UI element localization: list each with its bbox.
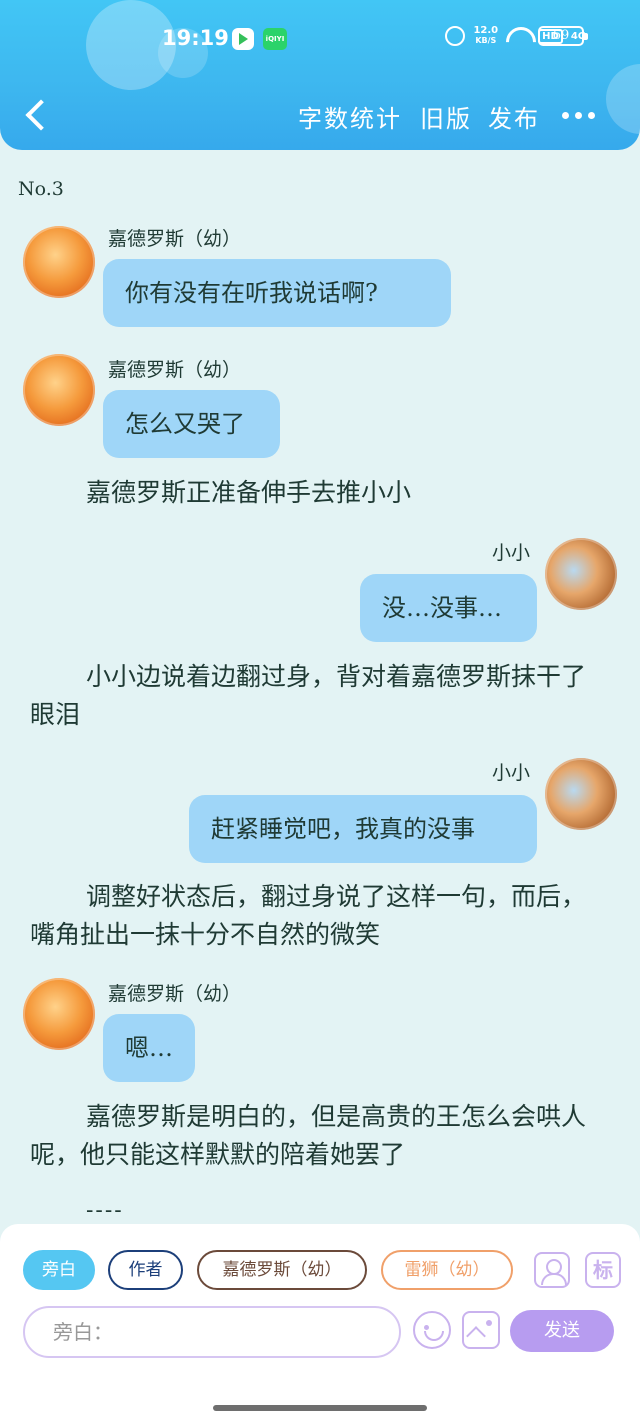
- avatar-jiadeluosi[interactable]: [23, 978, 95, 1050]
- speaker-name: 小小: [492, 542, 531, 564]
- alarm-icon: [445, 26, 466, 46]
- speaker-name: 嘉德罗斯（幼）: [108, 228, 242, 250]
- chapter-number: No.3: [18, 178, 64, 200]
- narration-text[interactable]: 嘉德罗斯是明白的，但是高贵的王怎么会哄人呢，他只能这样默默的陪着她罢了: [30, 1098, 610, 1174]
- wifi-icon: [506, 27, 530, 45]
- message-bubble[interactable]: 怎么又哭了: [103, 390, 280, 458]
- video-app-icon: [232, 28, 254, 50]
- network-speed-value: 12.0: [473, 25, 499, 36]
- header-decoration-bubble: [606, 64, 640, 134]
- divider-text: ----: [86, 1198, 124, 1223]
- message-input[interactable]: 旁白：: [23, 1306, 401, 1358]
- image-icon[interactable]: [462, 1311, 500, 1349]
- status-bar: 19:19 iQIYI 12.0 KB/S HD 4G 69: [0, 22, 640, 58]
- composer-panel: 旁白 作者 嘉德罗斯（幼） 雷狮（幼） 标 旁白： 发送: [0, 1224, 640, 1422]
- top-header: 19:19 iQIYI 12.0 KB/S HD 4G 69 字数统计 旧版 发…: [0, 0, 640, 150]
- role-narration-button[interactable]: 旁白: [23, 1250, 95, 1290]
- speaker-name: 嘉德罗斯（幼）: [108, 359, 242, 381]
- avatar-jiadeluosi[interactable]: [23, 226, 95, 298]
- send-button[interactable]: 发送: [510, 1310, 614, 1352]
- avatar-xiaoxiao[interactable]: [545, 758, 617, 830]
- battery-level: 69: [552, 28, 570, 43]
- narration-text[interactable]: 嘉德罗斯正准备伸手去推小小: [30, 474, 610, 512]
- narration-text[interactable]: 小小边说着边翻过身，背对着嘉德罗斯抹干了眼泪: [30, 658, 610, 734]
- publish-button[interactable]: 发布: [488, 99, 540, 134]
- back-button[interactable]: [20, 96, 54, 136]
- avatar-jiadeluosi[interactable]: [23, 354, 95, 426]
- narration-text[interactable]: 调整好状态后，翻过身说了这样一句，而后，嘴角扯出一抹十分不自然的微笑: [30, 878, 610, 954]
- add-character-icon[interactable]: [534, 1252, 570, 1288]
- avatar-xiaoxiao[interactable]: [545, 538, 617, 610]
- status-time: 19:19: [162, 26, 229, 50]
- message-bubble[interactable]: 没…没事…: [360, 574, 537, 642]
- network-speed-unit: KB/S: [475, 36, 497, 45]
- emoji-icon[interactable]: [413, 1311, 451, 1349]
- network-speed: 12.0 KB/S: [473, 26, 498, 46]
- role-leishi-button[interactable]: 雷狮（幼）: [381, 1250, 513, 1290]
- more-options-button[interactable]: [558, 104, 598, 126]
- speaker-name: 小小: [492, 762, 531, 784]
- iqiyi-app-icon: iQIYI: [263, 28, 287, 50]
- role-author-button[interactable]: 作者: [108, 1250, 183, 1290]
- battery-icon: 69: [538, 26, 588, 46]
- home-indicator[interactable]: [213, 1405, 427, 1411]
- message-bubble[interactable]: 你有没有在听我说话啊?: [103, 259, 451, 327]
- speaker-name: 嘉德罗斯（幼）: [108, 983, 242, 1005]
- tag-icon[interactable]: 标: [585, 1252, 621, 1288]
- message-bubble[interactable]: 嗯…: [103, 1014, 195, 1082]
- role-jiadeluosi-button[interactable]: 嘉德罗斯（幼）: [197, 1250, 367, 1290]
- message-bubble[interactable]: 赶紧睡觉吧，我真的没事: [189, 795, 537, 863]
- word-count-button[interactable]: 字数统计: [298, 99, 402, 134]
- old-version-button[interactable]: 旧版: [420, 99, 472, 134]
